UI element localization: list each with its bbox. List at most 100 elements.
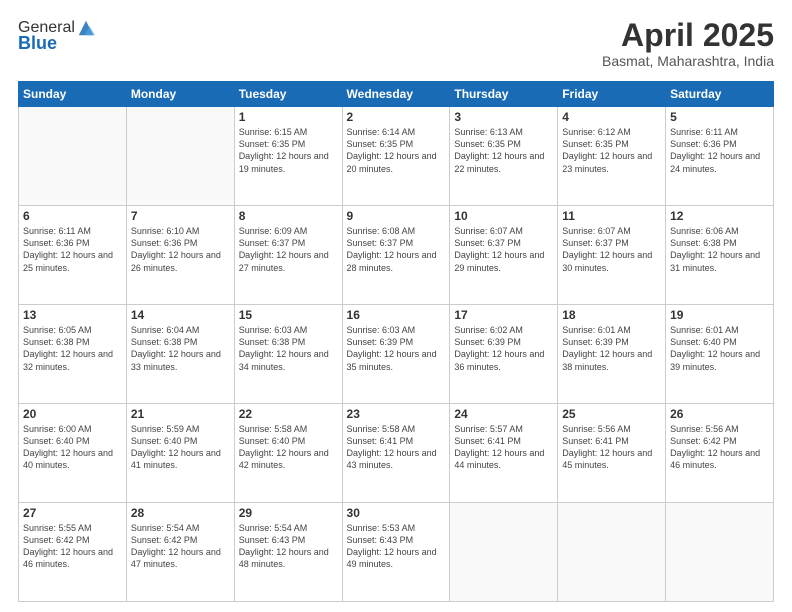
calendar-week-row: 13 Sunrise: 6:05 AM Sunset: 6:38 PM Dayli… <box>19 305 774 404</box>
day-number: 19 <box>670 308 769 322</box>
day-number: 8 <box>239 209 338 223</box>
cell-info: Sunrise: 6:13 AM Sunset: 6:35 PM Dayligh… <box>454 126 553 175</box>
cell-info: Sunrise: 6:05 AM Sunset: 6:38 PM Dayligh… <box>23 324 122 373</box>
calendar-cell: 17Sunrise: 6:02 AM Sunset: 6:39 PM Dayli… <box>450 305 558 404</box>
cell-info: Sunrise: 5:57 AM Sunset: 6:41 PM Dayligh… <box>454 423 553 472</box>
day-number: 1 <box>239 110 338 124</box>
cell-info: Sunrise: 6:07 AM Sunset: 6:37 PM Dayligh… <box>562 225 661 274</box>
cell-info: Sunrise: 6:03 AM Sunset: 6:39 PM Dayligh… <box>347 324 446 373</box>
cell-info: Sunrise: 6:10 AM Sunset: 6:36 PM Dayligh… <box>131 225 230 274</box>
day-number: 16 <box>347 308 446 322</box>
day-number: 29 <box>239 506 338 520</box>
cell-info: Sunrise: 5:54 AM Sunset: 6:42 PM Dayligh… <box>131 522 230 571</box>
cell-info: Sunrise: 5:56 AM Sunset: 6:42 PM Dayligh… <box>670 423 769 472</box>
day-number: 5 <box>670 110 769 124</box>
header-day-wednesday: Wednesday <box>342 82 450 107</box>
calendar-week-row: 20 Sunrise: 6:00 AM Sunset: 6:40 PM Dayli… <box>19 404 774 503</box>
cell-info: Sunrise: 5:54 AM Sunset: 6:43 PM Dayligh… <box>239 522 338 571</box>
calendar-cell: 28 Sunrise: 5:54 AM Sunset: 6:42 PM Dayli… <box>126 503 234 602</box>
calendar-cell: 19Sunrise: 6:01 AM Sunset: 6:40 PM Dayli… <box>666 305 774 404</box>
day-number: 10 <box>454 209 553 223</box>
header: General Blue April 2025 Basmat, Maharash… <box>18 18 774 69</box>
calendar-cell: 30Sunrise: 5:53 AM Sunset: 6:43 PM Dayli… <box>342 503 450 602</box>
calendar-cell: 24 Sunrise: 5:57 AM Sunset: 6:41 PM Dayli… <box>450 404 558 503</box>
calendar-cell: 20 Sunrise: 6:00 AM Sunset: 6:40 PM Dayli… <box>19 404 127 503</box>
calendar-cell: 26Sunrise: 5:56 AM Sunset: 6:42 PM Dayli… <box>666 404 774 503</box>
day-number: 14 <box>131 308 230 322</box>
cell-info: Sunrise: 6:01 AM Sunset: 6:39 PM Dayligh… <box>562 324 661 373</box>
day-number: 15 <box>239 308 338 322</box>
day-number: 2 <box>347 110 446 124</box>
calendar-cell <box>558 503 666 602</box>
cell-info: Sunrise: 5:58 AM Sunset: 6:40 PM Dayligh… <box>239 423 338 472</box>
calendar-cell: 3 Sunrise: 6:13 AM Sunset: 6:35 PM Daylig… <box>450 107 558 206</box>
cell-info: Sunrise: 6:11 AM Sunset: 6:36 PM Dayligh… <box>23 225 122 274</box>
day-number: 3 <box>454 110 553 124</box>
calendar-cell: 5Sunrise: 6:11 AM Sunset: 6:36 PM Daylig… <box>666 107 774 206</box>
day-number: 22 <box>239 407 338 421</box>
cell-info: Sunrise: 6:06 AM Sunset: 6:38 PM Dayligh… <box>670 225 769 274</box>
calendar-cell <box>666 503 774 602</box>
calendar-cell: 15 Sunrise: 6:03 AM Sunset: 6:38 PM Dayli… <box>234 305 342 404</box>
logo: General Blue <box>18 18 95 54</box>
location-title: Basmat, Maharashtra, India <box>602 53 774 69</box>
calendar-cell: 2 Sunrise: 6:14 AM Sunset: 6:35 PM Daylig… <box>342 107 450 206</box>
cell-info: Sunrise: 6:03 AM Sunset: 6:38 PM Dayligh… <box>239 324 338 373</box>
day-number: 4 <box>562 110 661 124</box>
calendar-cell: 7 Sunrise: 6:10 AM Sunset: 6:36 PM Daylig… <box>126 206 234 305</box>
cell-info: Sunrise: 6:07 AM Sunset: 6:37 PM Dayligh… <box>454 225 553 274</box>
calendar-cell: 25 Sunrise: 5:56 AM Sunset: 6:41 PM Dayli… <box>558 404 666 503</box>
page: General Blue April 2025 Basmat, Maharash… <box>0 0 792 612</box>
day-number: 6 <box>23 209 122 223</box>
calendar-cell: 16 Sunrise: 6:03 AM Sunset: 6:39 PM Dayli… <box>342 305 450 404</box>
calendar-cell: 21 Sunrise: 5:59 AM Sunset: 6:40 PM Dayli… <box>126 404 234 503</box>
day-number: 28 <box>131 506 230 520</box>
calendar-cell: 4 Sunrise: 6:12 AM Sunset: 6:35 PM Daylig… <box>558 107 666 206</box>
calendar-week-row: 6 Sunrise: 6:11 AM Sunset: 6:36 PM Daylig… <box>19 206 774 305</box>
cell-info: Sunrise: 5:58 AM Sunset: 6:41 PM Dayligh… <box>347 423 446 472</box>
month-title: April 2025 <box>602 18 774 53</box>
day-number: 7 <box>131 209 230 223</box>
day-number: 23 <box>347 407 446 421</box>
calendar-cell: 27Sunrise: 5:55 AM Sunset: 6:42 PM Dayli… <box>19 503 127 602</box>
title-block: April 2025 Basmat, Maharashtra, India <box>602 18 774 69</box>
calendar-week-row: 27Sunrise: 5:55 AM Sunset: 6:42 PM Dayli… <box>19 503 774 602</box>
calendar-header-row: SundayMondayTuesdayWednesdayThursdayFrid… <box>19 82 774 107</box>
day-number: 24 <box>454 407 553 421</box>
calendar-cell: 12Sunrise: 6:06 AM Sunset: 6:38 PM Dayli… <box>666 206 774 305</box>
calendar-cell: 9Sunrise: 6:08 AM Sunset: 6:37 PM Daylig… <box>342 206 450 305</box>
header-day-monday: Monday <box>126 82 234 107</box>
day-number: 13 <box>23 308 122 322</box>
calendar-cell: 11Sunrise: 6:07 AM Sunset: 6:37 PM Dayli… <box>558 206 666 305</box>
header-day-thursday: Thursday <box>450 82 558 107</box>
calendar-cell: 22 Sunrise: 5:58 AM Sunset: 6:40 PM Dayli… <box>234 404 342 503</box>
cell-info: Sunrise: 6:04 AM Sunset: 6:38 PM Dayligh… <box>131 324 230 373</box>
day-number: 18 <box>562 308 661 322</box>
calendar-cell: 29 Sunrise: 5:54 AM Sunset: 6:43 PM Dayli… <box>234 503 342 602</box>
logo-icon <box>77 19 95 37</box>
calendar-cell: 6 Sunrise: 6:11 AM Sunset: 6:36 PM Daylig… <box>19 206 127 305</box>
cell-info: Sunrise: 6:09 AM Sunset: 6:37 PM Dayligh… <box>239 225 338 274</box>
calendar-cell: 1Sunrise: 6:15 AM Sunset: 6:35 PM Daylig… <box>234 107 342 206</box>
header-day-sunday: Sunday <box>19 82 127 107</box>
day-number: 21 <box>131 407 230 421</box>
day-number: 20 <box>23 407 122 421</box>
cell-info: Sunrise: 5:56 AM Sunset: 6:41 PM Dayligh… <box>562 423 661 472</box>
cell-info: Sunrise: 5:53 AM Sunset: 6:43 PM Dayligh… <box>347 522 446 571</box>
calendar-cell <box>450 503 558 602</box>
cell-info: Sunrise: 5:55 AM Sunset: 6:42 PM Dayligh… <box>23 522 122 571</box>
cell-info: Sunrise: 5:59 AM Sunset: 6:40 PM Dayligh… <box>131 423 230 472</box>
day-number: 17 <box>454 308 553 322</box>
cell-info: Sunrise: 6:08 AM Sunset: 6:37 PM Dayligh… <box>347 225 446 274</box>
calendar-cell: 10 Sunrise: 6:07 AM Sunset: 6:37 PM Dayli… <box>450 206 558 305</box>
calendar-cell: 8 Sunrise: 6:09 AM Sunset: 6:37 PM Daylig… <box>234 206 342 305</box>
calendar-cell: 23 Sunrise: 5:58 AM Sunset: 6:41 PM Dayli… <box>342 404 450 503</box>
calendar-cell: 13 Sunrise: 6:05 AM Sunset: 6:38 PM Dayli… <box>19 305 127 404</box>
header-day-friday: Friday <box>558 82 666 107</box>
cell-info: Sunrise: 6:14 AM Sunset: 6:35 PM Dayligh… <box>347 126 446 175</box>
header-day-tuesday: Tuesday <box>234 82 342 107</box>
cell-info: Sunrise: 6:00 AM Sunset: 6:40 PM Dayligh… <box>23 423 122 472</box>
calendar-cell: 18 Sunrise: 6:01 AM Sunset: 6:39 PM Dayli… <box>558 305 666 404</box>
day-number: 25 <box>562 407 661 421</box>
cell-info: Sunrise: 6:12 AM Sunset: 6:35 PM Dayligh… <box>562 126 661 175</box>
